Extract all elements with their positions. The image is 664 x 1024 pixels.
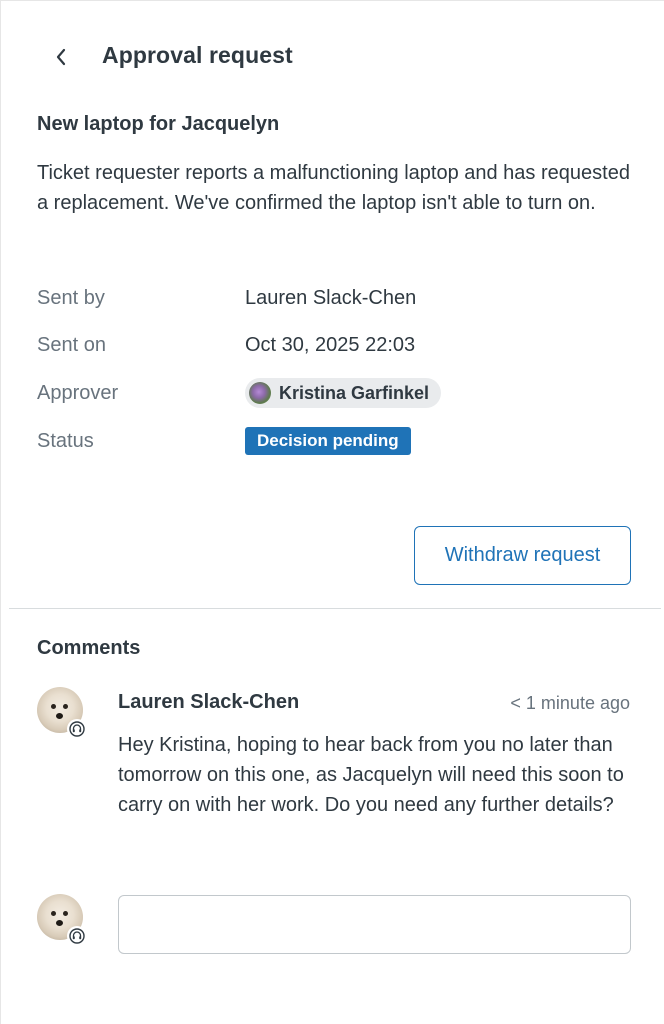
sent-on-label: Sent on bbox=[37, 334, 106, 356]
panel-header: Approval request bbox=[1, 1, 664, 95]
status-badge: Decision pending bbox=[245, 427, 411, 455]
approval-panel: Approval request New laptop for Jacquely… bbox=[0, 0, 664, 1024]
ticket-title: New laptop for Jacquelyn bbox=[37, 113, 280, 135]
approver-chip[interactable]: Kristina Garfinkel bbox=[245, 378, 442, 408]
detail-row-approver: Approver Kristina Garfinkel bbox=[37, 378, 637, 408]
detail-row-sent-on: Sent on Oct 30, 2025 22:03 bbox=[37, 330, 637, 360]
current-user-avatar bbox=[37, 894, 89, 946]
comment-author: Lauren Slack-Chen bbox=[118, 691, 300, 713]
approver-avatar bbox=[249, 382, 271, 404]
comment-author-avatar bbox=[37, 687, 89, 739]
ticket-description: Ticket requester reports a malfunctionin… bbox=[37, 162, 630, 214]
headset-icon bbox=[67, 926, 87, 946]
approver-name: Kristina Garfinkel bbox=[279, 382, 430, 403]
approver-label: Approver bbox=[37, 382, 119, 404]
detail-row-sent-by: Sent by Lauren Slack-Chen bbox=[37, 283, 637, 313]
comment-timestamp: < 1 minute ago bbox=[510, 693, 630, 713]
section-divider bbox=[9, 608, 661, 609]
comment-input[interactable] bbox=[118, 895, 631, 954]
sent-by-label: Sent by bbox=[37, 287, 105, 309]
chevron-left-icon bbox=[56, 48, 66, 66]
back-button[interactable] bbox=[45, 41, 77, 73]
comment-body: Hey Kristina, hoping to hear back from y… bbox=[118, 734, 624, 816]
sent-on-value: Oct 30, 2025 22:03 bbox=[245, 334, 416, 356]
headset-icon bbox=[67, 719, 87, 739]
status-label: Status bbox=[37, 430, 94, 452]
sent-by-value: Lauren Slack-Chen bbox=[245, 287, 417, 309]
detail-row-status: Status Decision pending bbox=[37, 426, 637, 456]
withdraw-request-button[interactable]: Withdraw request bbox=[414, 526, 631, 585]
page-title: Approval request bbox=[102, 42, 293, 68]
comments-heading: Comments bbox=[37, 637, 141, 659]
